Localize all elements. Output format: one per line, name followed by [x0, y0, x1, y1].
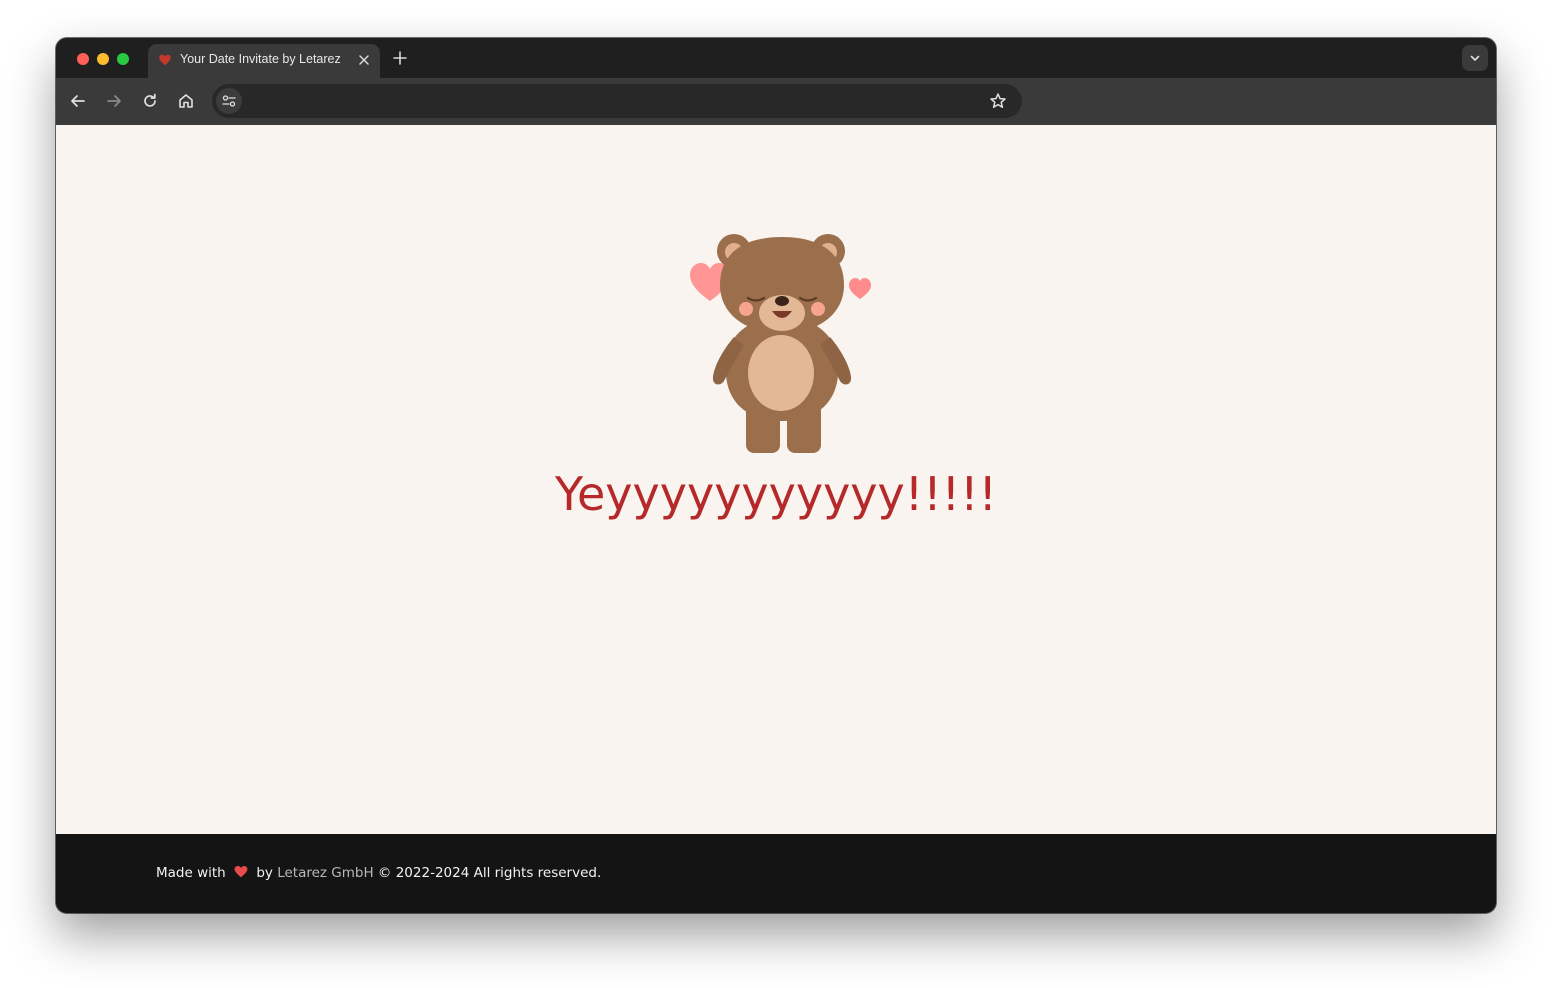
heart-icon: [234, 865, 248, 878]
teddy-bear-illustration: [690, 234, 871, 453]
tab-search-button[interactable]: [1462, 45, 1488, 71]
tune-icon: [222, 95, 236, 107]
chevron-down-icon: [1470, 55, 1480, 61]
bookmark-star-icon[interactable]: [989, 92, 1007, 110]
minimize-window-button[interactable]: [97, 53, 109, 65]
heart-icon: [159, 54, 171, 66]
new-tab-plus-icon[interactable]: [392, 50, 408, 66]
page-footer: Made with by Letarez GmbH © 2022-2024 Al…: [56, 834, 1496, 913]
reload-icon[interactable]: [141, 92, 159, 110]
by-text: by: [256, 865, 273, 881]
tab-strip: Your Date Invitate by Letarez: [56, 38, 1496, 78]
browser-toolbar: [56, 78, 1496, 125]
company-link[interactable]: Letarez GmbH: [277, 865, 373, 881]
close-icon[interactable]: [356, 52, 372, 68]
celebration-headline: Yeyyyyyyyyyyy!!!!!: [555, 467, 997, 521]
tab-title: Your Date Invitate by Letarez: [180, 52, 341, 66]
site-settings-button[interactable]: [216, 88, 242, 114]
maximize-window-button[interactable]: [117, 53, 129, 65]
browser-window: Your Date Invitate by Letarez Yeyyyyyyyy…: [56, 38, 1496, 913]
home-icon[interactable]: [177, 92, 195, 110]
close-window-button[interactable]: [77, 53, 89, 65]
made-with-text: Made with: [156, 865, 226, 881]
address-bar[interactable]: [212, 84, 1022, 118]
active-tab[interactable]: Your Date Invitate by Letarez: [148, 44, 380, 78]
forward-arrow-icon[interactable]: [105, 92, 123, 110]
heart-icon: [849, 278, 871, 299]
copyright-text: © 2022-2024 All rights reserved.: [377, 865, 602, 881]
page-content: Yeyyyyyyyyyyy!!!!!: [56, 125, 1496, 834]
footer-credits: Made with by Letarez GmbH © 2022-2024 Al…: [156, 865, 601, 881]
back-arrow-icon[interactable]: [69, 92, 87, 110]
